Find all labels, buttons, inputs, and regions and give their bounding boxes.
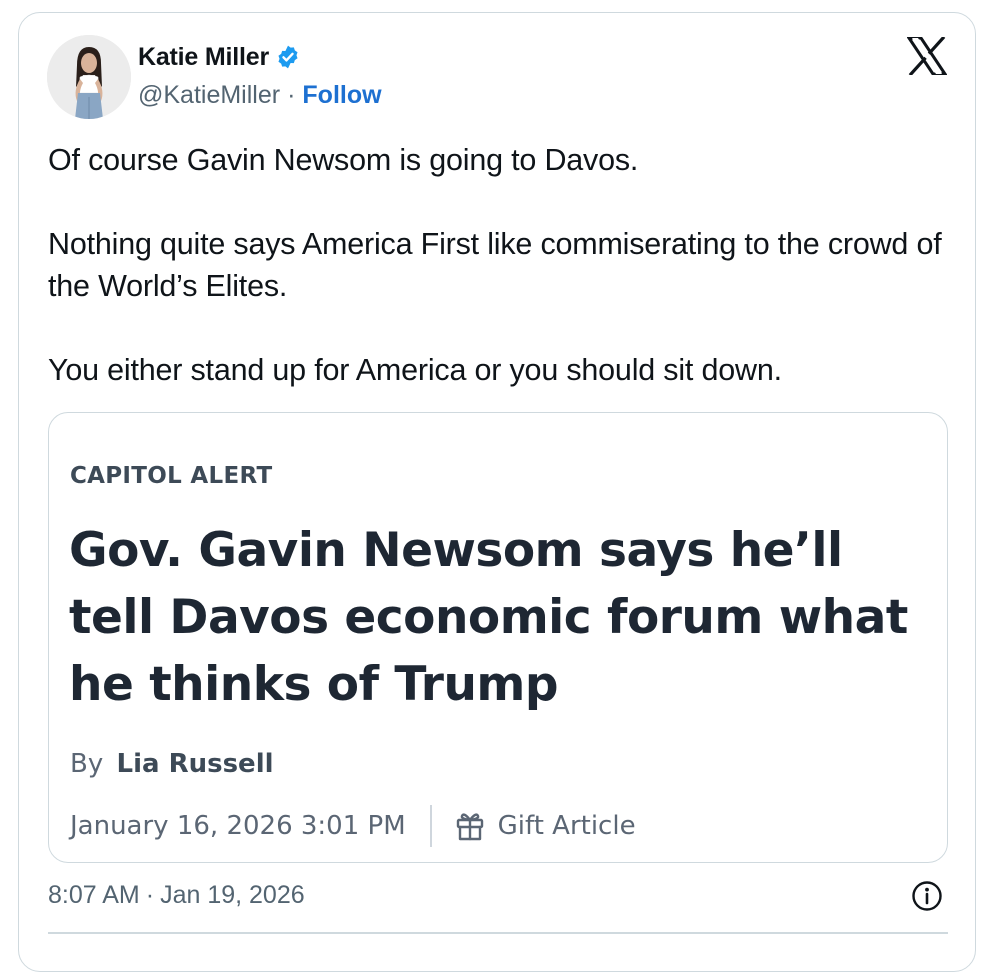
- x-logo-icon[interactable]: [907, 37, 947, 75]
- article-preview-card[interactable]: CAPITOL ALERT Gov. Gavin Newsom says he’…: [48, 412, 948, 863]
- tweet-text: Of course Gavin Newsom is going to Davos…: [48, 139, 948, 391]
- gift-article-button[interactable]: Gift Article: [454, 810, 636, 842]
- article-byline: By Lia Russell: [70, 749, 274, 779]
- meta-divider: [429, 805, 432, 847]
- handle-separator: ·: [287, 80, 296, 109]
- author-name-row: Katie Miller: [138, 40, 301, 74]
- article-date: January 16, 2026 3:01 PM: [70, 811, 406, 841]
- author-handle-row: @KatieMiller · Follow: [138, 78, 382, 112]
- info-icon[interactable]: [911, 880, 943, 912]
- article-headline[interactable]: Gov. Gavin Newsom says he’ll tell Davos …: [69, 517, 929, 718]
- verified-badge-icon: [278, 45, 298, 69]
- tweet-time: 8:07 AM: [48, 880, 140, 909]
- author-handle[interactable]: @KatieMiller: [138, 81, 280, 110]
- avatar-photo: [47, 35, 131, 119]
- tweet-date: Jan 19, 2026: [160, 880, 305, 909]
- byline-prefix: By: [70, 749, 104, 779]
- gift-icon: [456, 813, 483, 841]
- gift-article-label: Gift Article: [497, 811, 636, 841]
- article-meta-row: January 16, 2026 3:01 PM Gift Article: [70, 803, 636, 849]
- author-display-name[interactable]: Katie Miller: [138, 43, 269, 72]
- tweet-paragraph: Of course Gavin Newsom is going to Davos…: [48, 143, 639, 177]
- tweet-paragraph: You either stand up for America or you s…: [48, 353, 782, 387]
- avatar[interactable]: [47, 35, 131, 119]
- bottom-divider: [48, 932, 948, 934]
- follow-button[interactable]: Follow: [302, 81, 381, 110]
- timestamp-separator: ·: [145, 880, 155, 909]
- byline-author[interactable]: Lia Russell: [117, 749, 274, 779]
- tweet-paragraph: Nothing quite says America First like co…: [48, 227, 942, 303]
- tweet-timestamp[interactable]: 8:07 AM · Jan 19, 2026: [48, 877, 305, 913]
- article-kicker: CAPITOL ALERT: [70, 463, 273, 489]
